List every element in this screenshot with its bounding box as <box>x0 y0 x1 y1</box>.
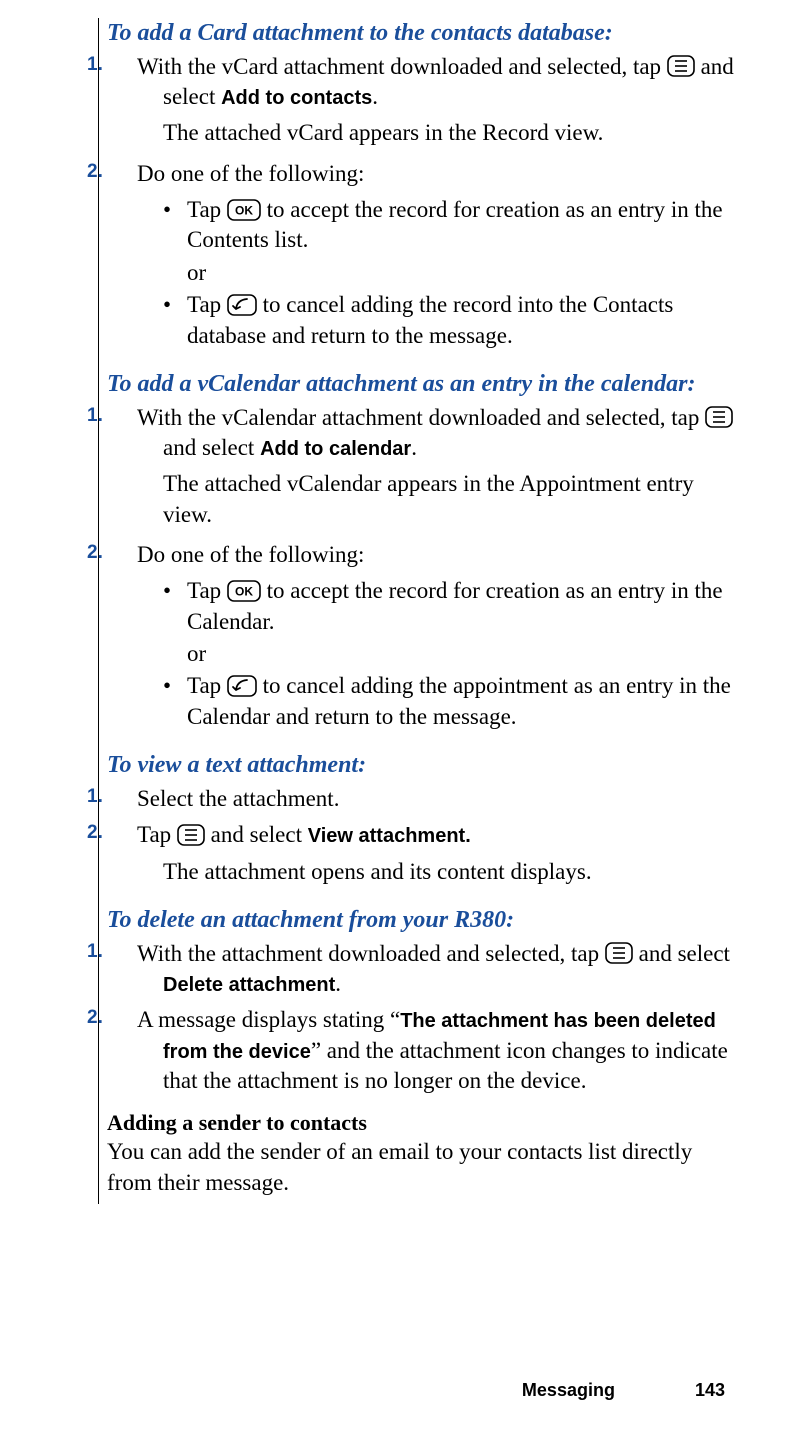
ui-label: Add to calendar <box>260 438 411 460</box>
bullet-separator: or <box>187 258 738 288</box>
numbered-step: 1.Select the attachment. <box>163 784 738 814</box>
step-number: 1. <box>113 403 137 428</box>
footer-page-number: 143 <box>695 1380 725 1400</box>
bullet-icon: • <box>163 195 187 225</box>
bullet-item: •Tap to accept the record for creation a… <box>187 576 738 637</box>
body-paragraph: You can add the sender of an email to yo… <box>107 1137 738 1198</box>
ui-label: The attachment has been deleted from the… <box>163 1010 716 1062</box>
numbered-step: 1.With the attachment downloaded and sel… <box>163 939 738 1000</box>
page-content: To add a Card attachment to the contacts… <box>98 18 738 1204</box>
step-number: 2. <box>113 159 137 184</box>
task-title: To delete an attachment from your R380: <box>107 905 738 937</box>
back-arrow-icon <box>227 294 257 316</box>
step-result: The attached vCalendar appears in the Ap… <box>163 469 738 530</box>
ui-label: Delete attachment <box>163 974 335 996</box>
ui-label: View attachment. <box>308 825 471 847</box>
menu-icon <box>667 55 695 77</box>
numbered-step: 2.Do one of the following: <box>163 540 738 570</box>
menu-icon <box>177 824 205 846</box>
bullet-item: •Tap to cancel adding the record into th… <box>187 290 738 351</box>
step-result: The attachment opens and its content dis… <box>163 857 738 887</box>
numbered-step: 2.Do one of the following: <box>163 159 738 189</box>
task-title: To view a text attachment: <box>107 750 738 782</box>
numbered-step: 1.With the vCard attachment downloaded a… <box>163 52 738 113</box>
menu-icon <box>605 942 633 964</box>
bullet-icon: • <box>163 290 187 320</box>
step-number: 2. <box>113 1005 137 1030</box>
bullet-icon: • <box>163 576 187 606</box>
sub-heading: Adding a sender to contacts <box>107 1108 738 1137</box>
footer-section-label: Messaging <box>522 1380 615 1400</box>
page-footer: Messaging 143 <box>522 1379 725 1403</box>
step-number: 1. <box>113 939 137 964</box>
numbered-step: 2.Tap and select View attachment. <box>163 820 738 850</box>
ok-icon <box>227 199 261 221</box>
step-result: The attached vCard appears in the Record… <box>163 118 738 148</box>
ui-label: Add to contacts <box>221 87 372 109</box>
task-title: To add a vCalendar attachment as an entr… <box>107 369 738 401</box>
numbered-step: 2.A message displays stating “The attach… <box>163 1005 738 1096</box>
numbered-step: 1.With the vCalendar attachment download… <box>163 403 738 464</box>
menu-icon <box>705 406 733 428</box>
bullet-icon: • <box>163 671 187 701</box>
bullet-item: •Tap to accept the record for creation a… <box>187 195 738 256</box>
task-title: To add a Card attachment to the contacts… <box>107 18 738 50</box>
bullet-item: •Tap to cancel adding the appointment as… <box>187 671 738 732</box>
bullet-separator: or <box>187 639 738 669</box>
step-number: 1. <box>113 52 137 77</box>
step-number: 2. <box>113 820 137 845</box>
step-number: 1. <box>113 784 137 809</box>
back-arrow-icon <box>227 675 257 697</box>
step-number: 2. <box>113 540 137 565</box>
ok-icon <box>227 580 261 602</box>
